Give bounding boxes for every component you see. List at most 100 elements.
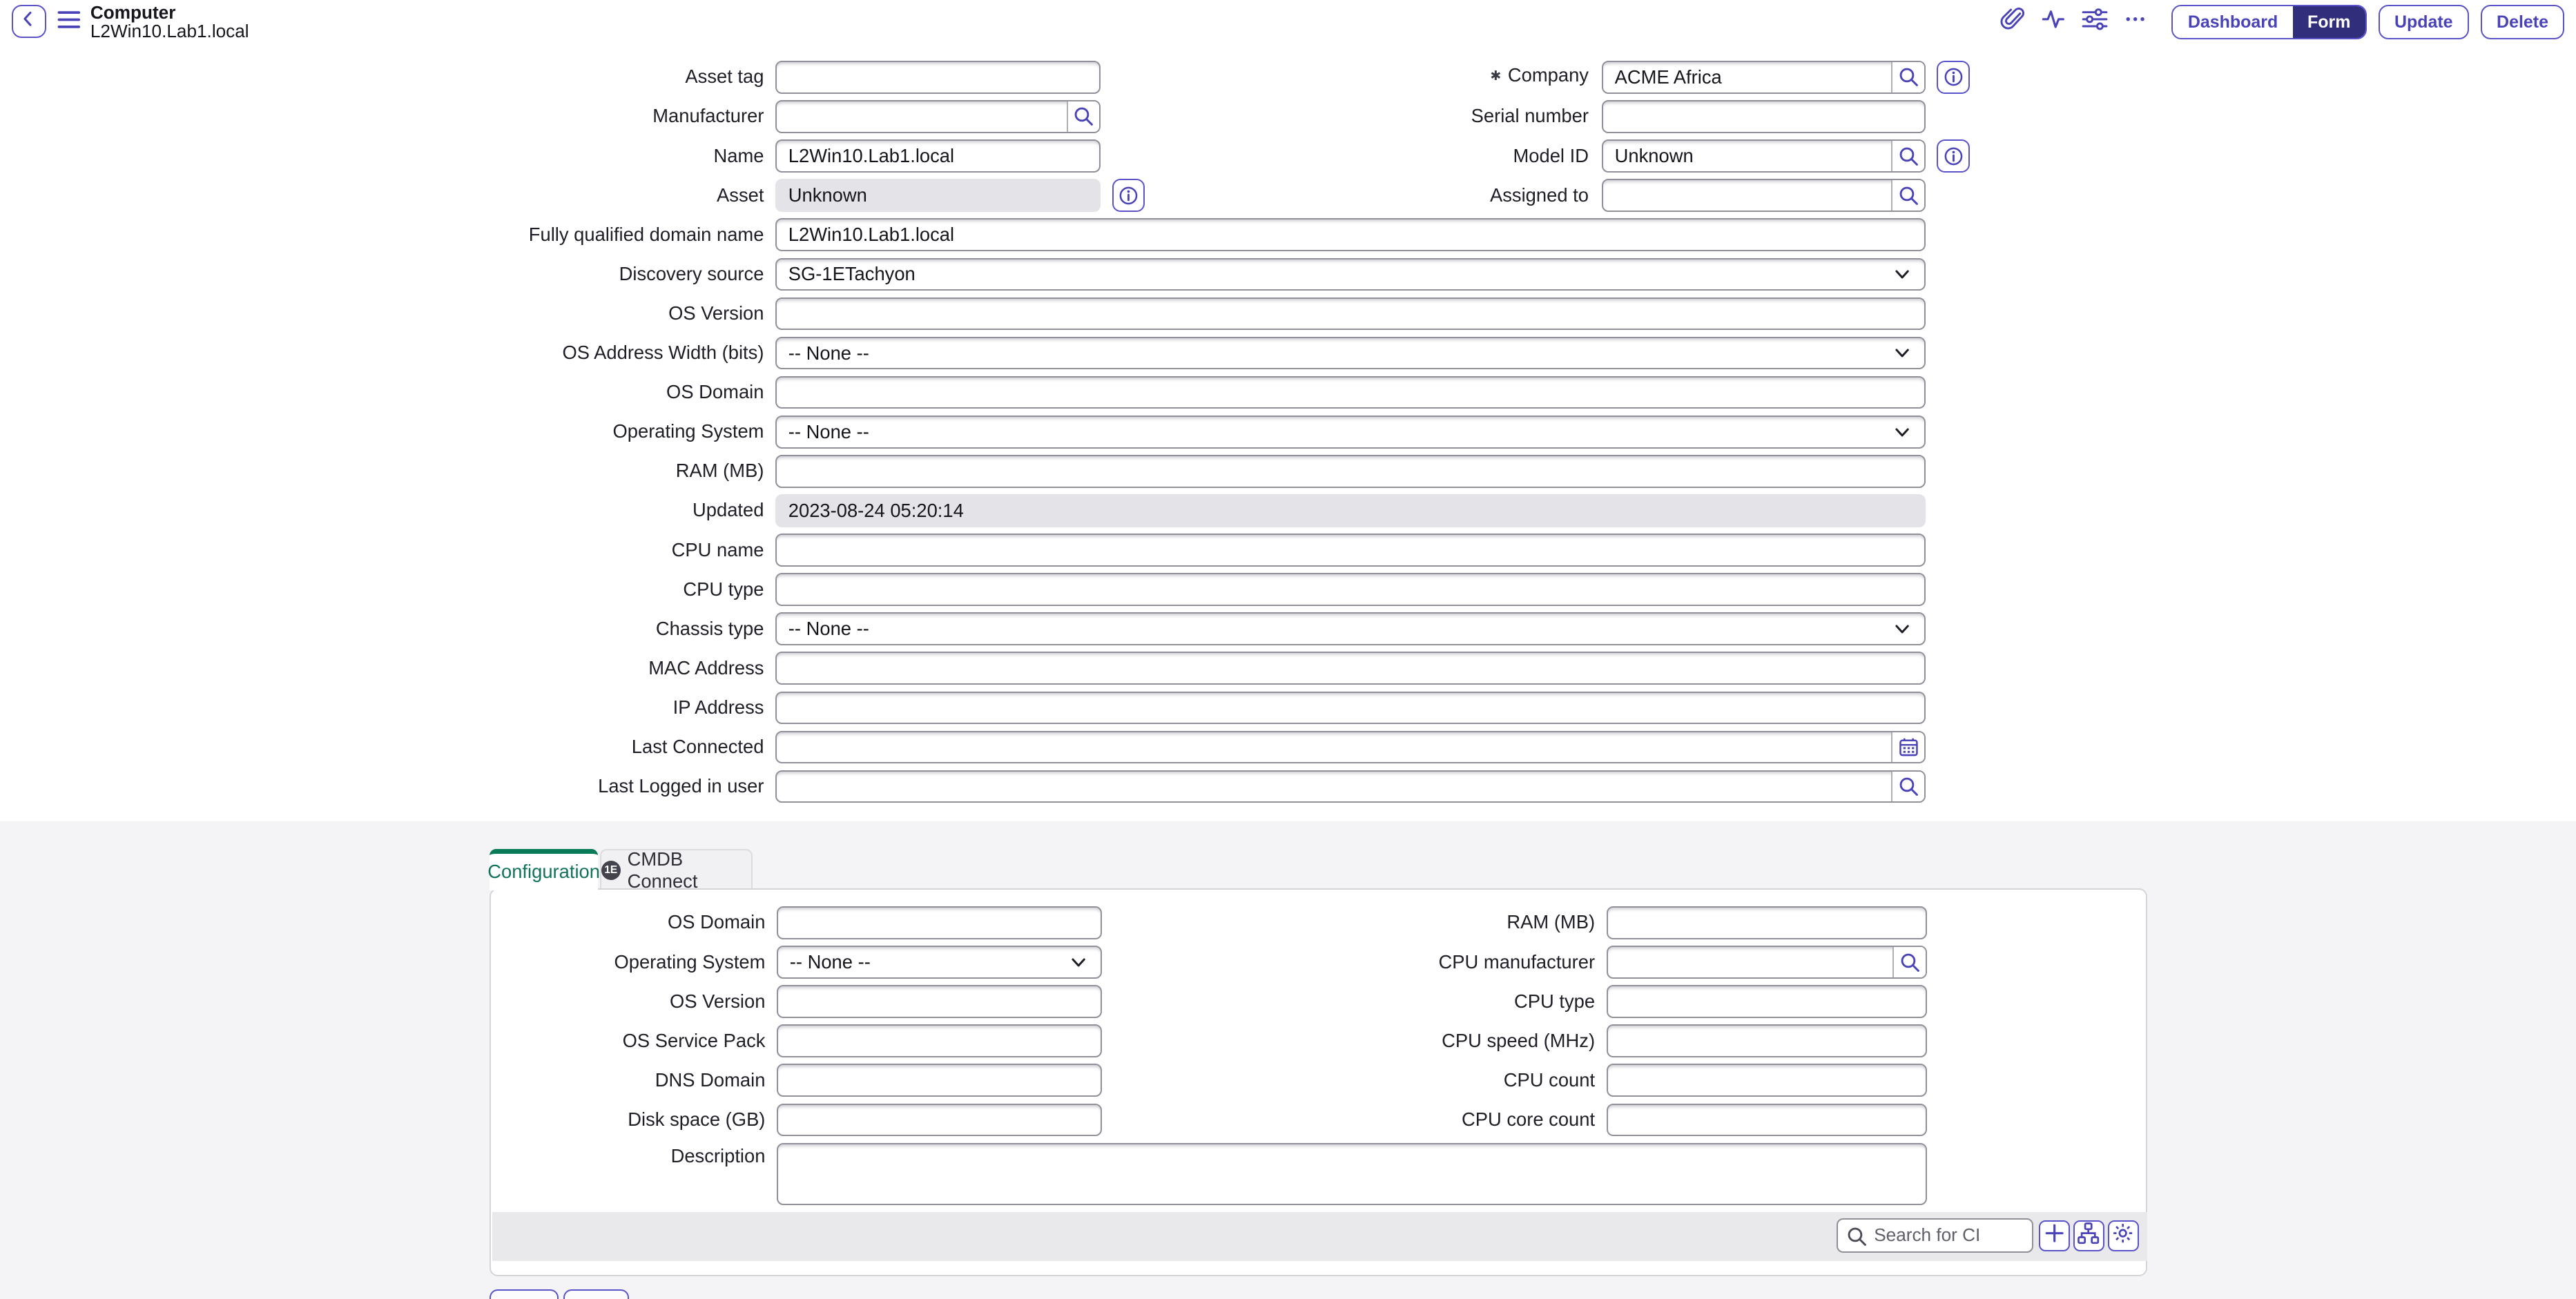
model-id-info-button[interactable] [1937,139,1970,173]
personalize-button[interactable] [2080,8,2109,37]
one-e-logo-icon: 1E [601,861,621,881]
bottom-action-button-2[interactable] [563,1289,629,1299]
ram-mb-label: RAM (MB) [386,460,764,482]
last-logged-in-user-fieldbox [775,770,1926,803]
asset-tag-row: Asset tag [386,57,1145,97]
last-connected-input[interactable] [777,732,1891,763]
lookup-button[interactable] [1067,101,1100,132]
bottom-action-button-1[interactable] [490,1289,559,1299]
mac-address-row: MAC Address [386,649,1926,688]
activity-button[interactable] [2039,8,2069,37]
assigned-to-input[interactable] [1603,180,1891,211]
cpu-count-input[interactable] [1608,1065,1926,1095]
company-input[interactable] [1603,62,1891,92]
dns-domain-input[interactable] [778,1065,1101,1095]
os-domain-fieldbox [775,376,1926,409]
delete-button[interactable]: Delete [2481,5,2565,39]
operating-system-select[interactable]: -- None -- [777,946,1102,979]
serial-number-label: Serial number [1211,106,1589,127]
model-id-row: Model ID [1211,136,1970,175]
os-version-fieldbox [775,297,1926,331]
os-version-input[interactable] [778,986,1101,1017]
lookup-button[interactable] [1891,180,1924,211]
cpu-type-label: CPU type [1332,991,1595,1013]
attachments-button[interactable] [1997,8,2027,37]
ci-search-input[interactable] [1874,1220,2025,1251]
disk-space-gb-label: Disk space (GB) [519,1109,766,1131]
menu-button[interactable] [55,10,84,35]
mac-address-input[interactable] [777,653,1924,683]
cpu-name-fieldbox [775,534,1926,567]
fully-qualified-domain-name-row: Fully qualified domain name [386,215,1926,255]
ram-mb-input[interactable] [1608,908,1926,938]
ip-address-input[interactable] [777,693,1924,723]
dashboard-toggle[interactable]: Dashboard [2173,6,2292,38]
cpu-name-row: CPU name [386,530,1926,569]
search-icon [1899,952,1921,973]
ram-mb-input[interactable] [777,456,1924,487]
asset-row: AssetUnknown [386,176,1145,215]
cpu-type-fieldbox [1607,985,1927,1018]
cpu-manufacturer-fieldbox [1607,946,1927,979]
lookup-button[interactable] [1892,947,1926,977]
info-icon [1943,146,1964,167]
os-service-pack-input[interactable] [778,1026,1101,1056]
tab-cmdb-connect[interactable]: 1E CMDB Connect [600,849,753,890]
model-id-input[interactable] [1603,141,1891,171]
form-toggle[interactable]: Form [2293,6,2365,38]
cpu-core-count-input[interactable] [1608,1105,1926,1135]
asset-info-button[interactable] [1112,179,1145,212]
last-logged-in-user-input[interactable] [777,772,1891,802]
os-domain-label: OS Domain [386,382,764,403]
operating-system-select[interactable]: -- None -- [775,416,1926,449]
update-button[interactable]: Update [2379,5,2469,39]
asset-tag-input[interactable] [777,62,1099,92]
os-version-input[interactable] [777,299,1924,329]
disk-space-gb-input[interactable] [778,1105,1101,1135]
cpu-manufacturer-input[interactable] [1608,947,1892,977]
cpu-name-input[interactable] [777,535,1924,565]
more-options-button[interactable] [2121,8,2151,37]
os-domain-input[interactable] [778,908,1101,938]
os-address-width-bits-select[interactable]: -- None -- [775,337,1926,370]
cpu-manufacturer-row: CPU manufacturer [1332,942,1926,981]
assigned-to-row: Assigned to [1211,176,1970,215]
cpu-core-count-label: CPU core count [1332,1109,1595,1131]
last-connected-row: Last Connected [386,727,1926,767]
tab-configuration[interactable]: Configuration [490,849,598,890]
cpu-speed-mhz-label: CPU speed (MHz) [1332,1031,1595,1052]
cpu-type-fieldbox [775,573,1926,606]
discovery-source-select[interactable]: SG-1ETachyon [775,258,1926,291]
lookup-button[interactable] [1891,141,1924,171]
name-input[interactable] [777,141,1099,171]
serial-number-input[interactable] [1603,101,1924,132]
os-address-width-bits-label: OS Address Width (bits) [386,342,764,364]
fully-qualified-domain-name-input[interactable] [777,219,1924,250]
add-ci-button[interactable] [2039,1220,2070,1251]
operating-system-row: Operating System-- None -- [386,412,1926,451]
back-button[interactable] [12,5,46,38]
settings-button[interactable] [2108,1220,2139,1251]
cpu-type-label: CPU type [386,579,764,600]
lookup-button[interactable] [1891,62,1924,92]
os-version-fieldbox [777,985,1102,1018]
os-domain-input[interactable] [777,378,1924,408]
description-textarea[interactable] [778,1144,1926,1204]
manufacturer-input[interactable] [777,101,1067,132]
discovery-source-label: Discovery source [386,264,764,285]
os-address-width-bits-selected-value: -- None -- [777,338,1892,369]
cpu-speed-mhz-input[interactable] [1608,1026,1926,1056]
calendar-button[interactable] [1891,732,1924,763]
form-left-column: Asset tagManufacturerNameAssetUnknown [386,57,1145,215]
dependency-view-button[interactable] [2073,1220,2104,1251]
last-connected-label: Last Connected [386,736,764,758]
menu-icon [57,9,81,36]
cpu-type-input[interactable] [1608,986,1926,1017]
chevron-down-icon [1893,344,1911,362]
cpu-type-input[interactable] [777,574,1924,605]
asset-tag-fieldbox [775,61,1101,94]
company-info-button[interactable] [1937,61,1970,94]
cpu-name-label: CPU name [386,540,764,561]
lookup-button[interactable] [1891,772,1924,802]
chassis-type-select[interactable]: -- None -- [775,612,1926,645]
